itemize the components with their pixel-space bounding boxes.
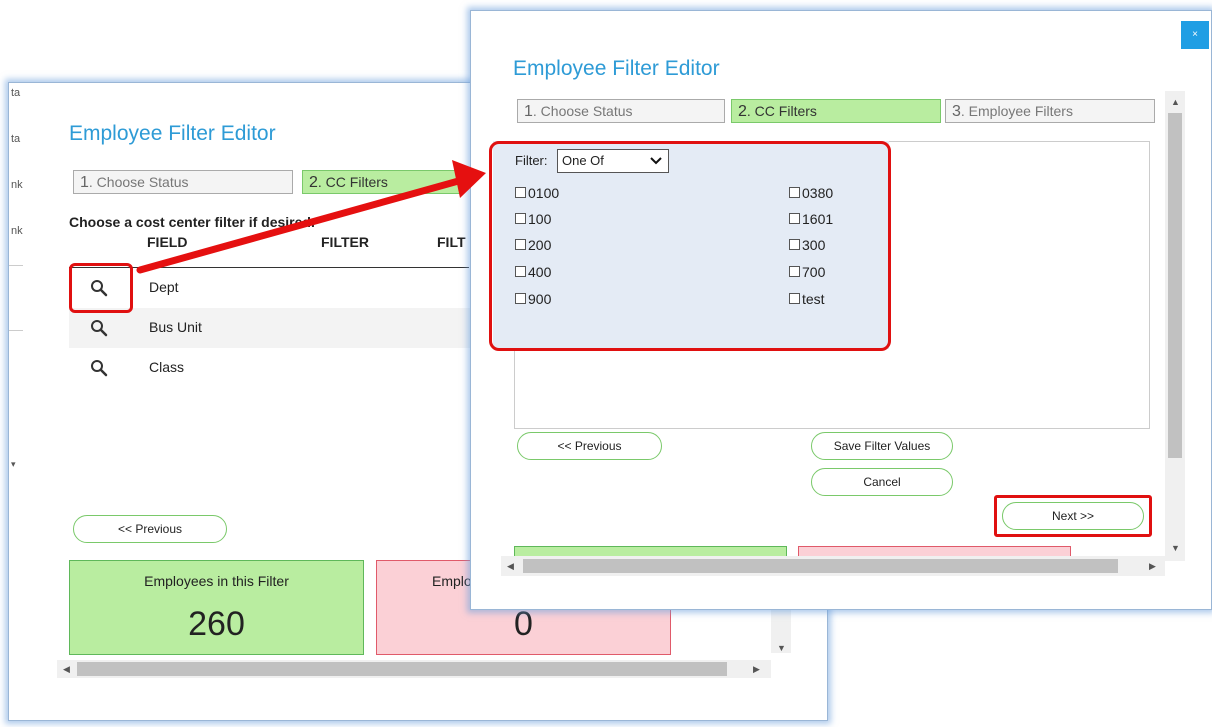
cancel-button[interactable]: Cancel bbox=[811, 468, 953, 496]
step-number: 2 bbox=[738, 103, 747, 120]
page-title: Employee Filter Editor bbox=[513, 57, 720, 80]
divider bbox=[9, 265, 23, 266]
employees-in-filter-panel: Employees in this Filter 260 bbox=[69, 560, 364, 655]
step-number: 1 bbox=[524, 103, 533, 120]
scroll-down-icon[interactable]: ▼ bbox=[777, 643, 786, 653]
scrollbar-thumb[interactable] bbox=[523, 559, 1118, 573]
field-label: Bus Unit bbox=[149, 319, 202, 335]
table-row: Bus Unit bbox=[69, 308, 489, 348]
stat-panel-red-peek bbox=[798, 546, 1071, 556]
column-header-filter: FILTER bbox=[321, 234, 369, 250]
field-label: Dept bbox=[149, 279, 179, 295]
close-button[interactable]: × bbox=[1181, 21, 1209, 49]
step-number: 1 bbox=[80, 174, 89, 191]
scroll-right-icon[interactable]: ▶ bbox=[1149, 561, 1156, 571]
stat-label: Employees in this Filter bbox=[144, 573, 289, 589]
save-filter-values-button[interactable]: Save Filter Values bbox=[811, 432, 953, 460]
page-title: Employee Filter Editor bbox=[69, 122, 276, 145]
scroll-left-icon[interactable]: ◀ bbox=[507, 561, 514, 571]
step-number: 2 bbox=[309, 174, 318, 191]
close-icon: × bbox=[1192, 29, 1198, 40]
front-filter-editor-window: × Employee Filter Editor 1. Choose Statu… bbox=[470, 10, 1212, 610]
field-label: Class bbox=[149, 359, 185, 375]
peek-text: ta bbox=[11, 133, 21, 145]
tab-choose-status[interactable]: 1. Choose Status bbox=[517, 99, 725, 123]
scrollbar-thumb[interactable] bbox=[1168, 113, 1182, 458]
scroll-up-icon[interactable]: ▲ bbox=[1171, 97, 1180, 107]
peek-text: ta bbox=[11, 87, 21, 99]
step-label: . Employee Filters bbox=[960, 103, 1073, 119]
step-label: . Choose Status bbox=[532, 103, 633, 119]
tab-cc-filters[interactable]: 2. CC Filters bbox=[302, 170, 462, 194]
magnifier-icon[interactable] bbox=[89, 318, 109, 338]
previous-button[interactable]: << Previous bbox=[73, 515, 227, 543]
tab-choose-status[interactable]: 1. Choose Status bbox=[73, 170, 293, 194]
step-number: 3 bbox=[952, 103, 961, 120]
previous-button[interactable]: << Previous bbox=[517, 432, 662, 460]
stat-panel-green-peek bbox=[514, 546, 787, 556]
scroll-right-icon[interactable]: ▶ bbox=[753, 664, 760, 674]
highlight-box-filter-options bbox=[489, 141, 891, 351]
highlight-box-magnifier bbox=[69, 263, 133, 313]
peek-text: nk bbox=[11, 179, 23, 191]
column-header-field: FIELD bbox=[147, 234, 188, 250]
divider bbox=[9, 330, 23, 331]
column-header-filter-2: FILT bbox=[437, 234, 466, 250]
stat-value: 0 bbox=[514, 605, 533, 643]
horizontal-scrollbar[interactable]: ◀ ▶ bbox=[57, 660, 771, 678]
horizontal-scrollbar[interactable]: ◀ ▶ bbox=[501, 556, 1165, 576]
dropdown-arrow-icon: ▾ bbox=[11, 459, 16, 469]
scrollbar-thumb[interactable] bbox=[77, 662, 727, 676]
step-label: . CC Filters bbox=[746, 103, 817, 119]
step-label: . CC Filters bbox=[317, 174, 388, 190]
instruction-text: Choose a cost center filter if desired. bbox=[69, 214, 315, 230]
magnifier-icon[interactable] bbox=[89, 358, 109, 378]
scroll-down-icon[interactable]: ▼ bbox=[1171, 543, 1180, 553]
vertical-scrollbar[interactable]: ▲ ▼ bbox=[1165, 91, 1185, 561]
table-row: Class bbox=[69, 348, 489, 388]
highlight-box-next bbox=[994, 495, 1152, 537]
step-label: . Choose Status bbox=[88, 174, 189, 190]
peek-text: nk bbox=[11, 225, 23, 237]
tab-cc-filters[interactable]: 2. CC Filters bbox=[731, 99, 941, 123]
stat-value: 260 bbox=[188, 605, 245, 643]
scroll-left-icon[interactable]: ◀ bbox=[63, 664, 70, 674]
tab-employee-filters[interactable]: 3. Employee Filters bbox=[945, 99, 1155, 123]
